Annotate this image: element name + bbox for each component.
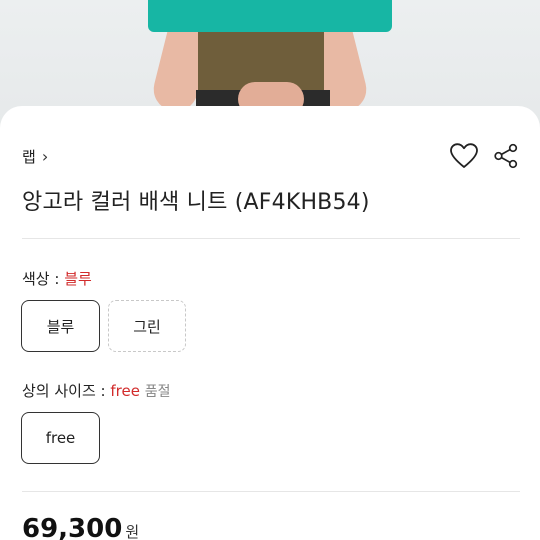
chevron-right-icon: › [41,147,49,166]
product-title: 앙고라 컬러 배색 니트 (AF4KHB54) [22,190,370,215]
color-option-title: 색상 : [22,270,65,288]
color-selected-value: 블루 [64,270,92,288]
color-chip-label: 그린 [133,317,161,336]
color-option-label: 색상 : 블루 [22,268,92,289]
price: 69,300 원 [22,514,139,540]
size-chip-label: free [45,429,76,447]
heart-icon [450,143,478,168]
price-amount: 69,300 [22,514,123,540]
product-detail-page: 랩 › 앙고라 컬러 배색 니트 (AF4KHB54) 색상 : 블루 블루 그… [0,0,540,540]
breadcrumb[interactable]: 랩 › [22,146,48,167]
size-option-label: 상의 사이즈 : free 품절 [22,380,170,401]
price-currency: 원 [125,523,140,540]
soldout-badge: 품절 [144,384,171,400]
divider [22,238,520,239]
divider [22,491,520,492]
color-chip-blue[interactable]: 블루 [21,300,100,352]
size-selected-value: free [110,382,140,400]
share-button[interactable] [490,140,522,172]
wishlist-button[interactable] [448,140,480,172]
sweater-top-band [148,0,392,32]
breadcrumb-label[interactable]: 랩 [22,146,36,167]
size-option-title: 상의 사이즈 : [22,382,111,400]
color-chip-green[interactable]: 그린 [108,300,186,352]
size-chip-free[interactable]: free [21,412,100,464]
product-info-sheet: 랩 › 앙고라 컬러 배색 니트 (AF4KHB54) 색상 : 블루 블루 그… [0,106,540,540]
color-chip-label: 블루 [46,317,75,336]
share-icon [494,143,518,169]
